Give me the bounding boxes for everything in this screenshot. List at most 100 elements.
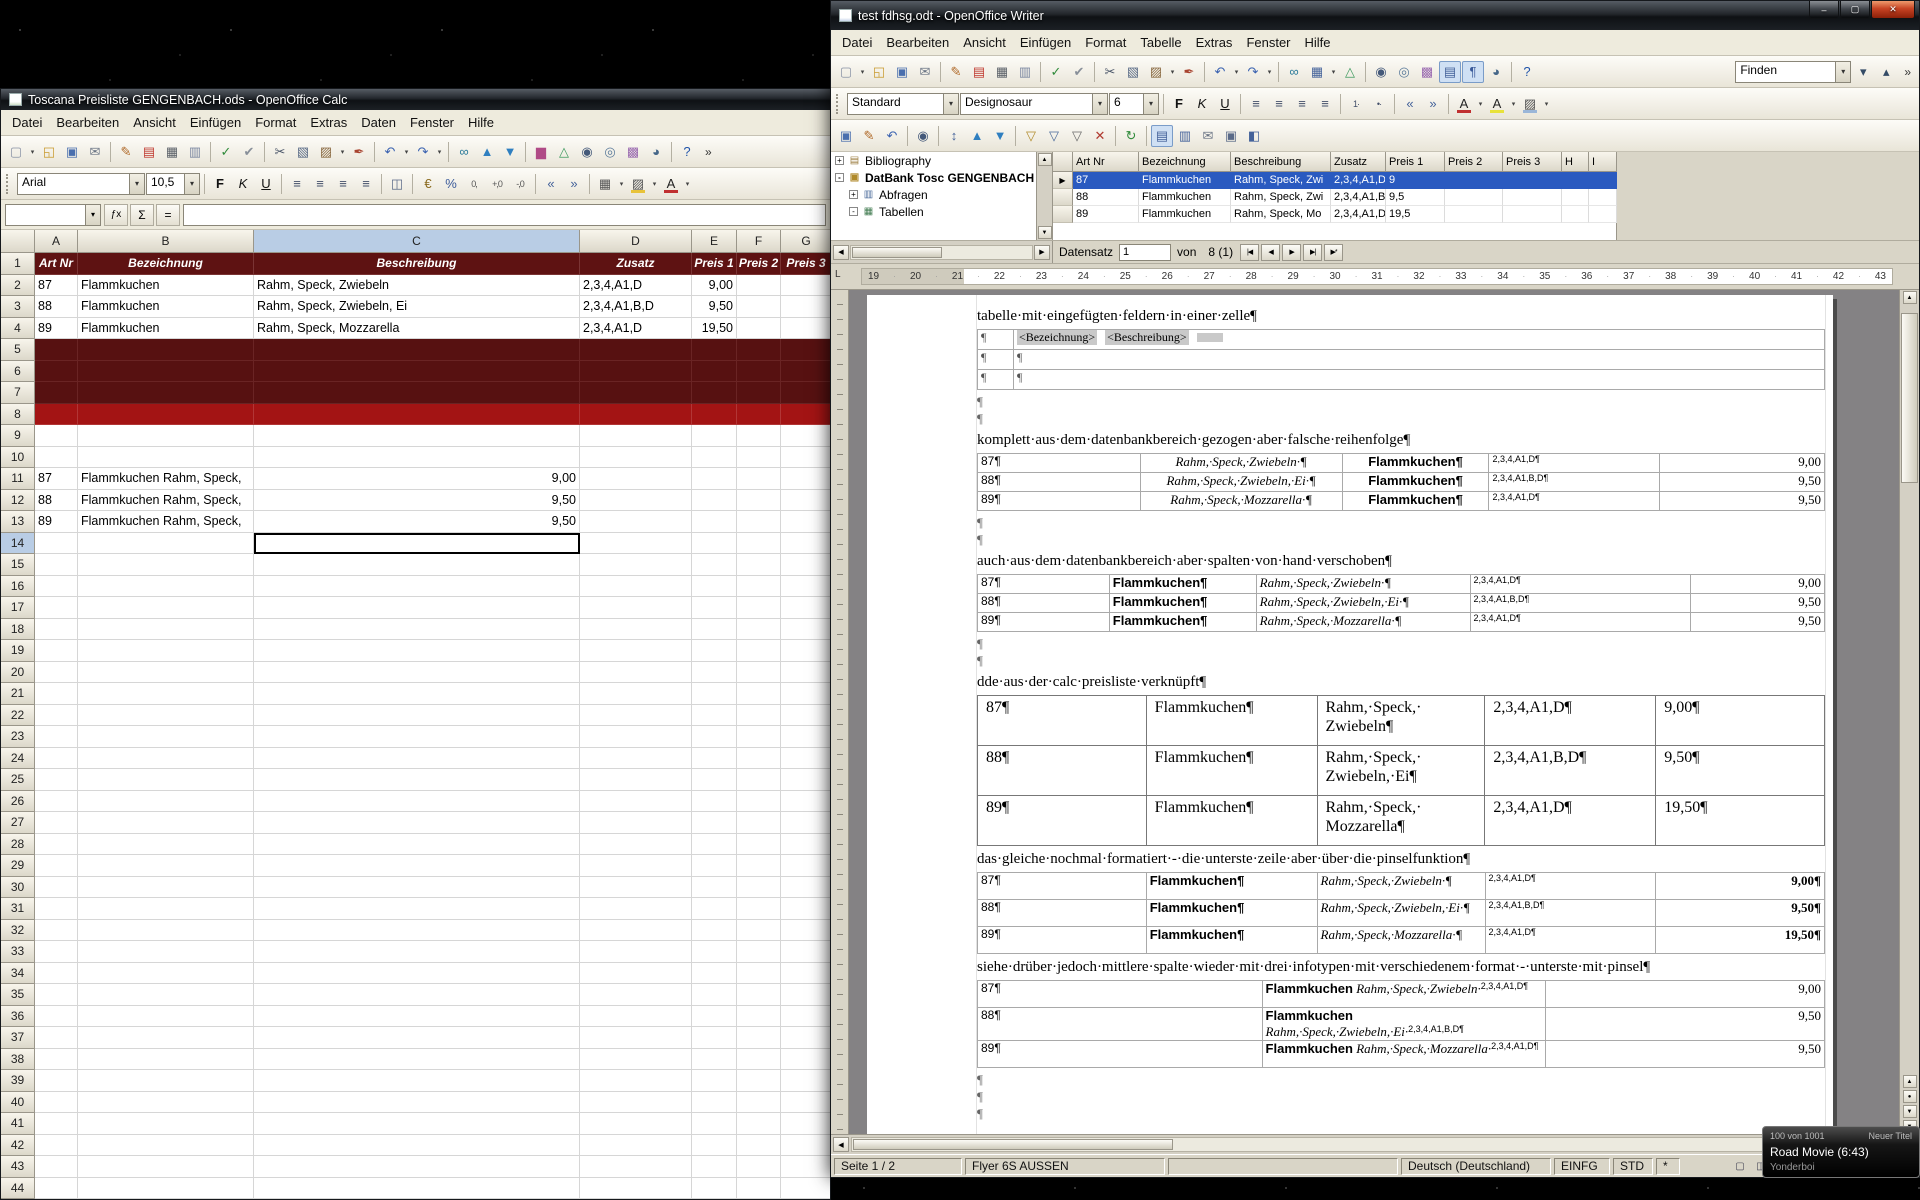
- bold-icon[interactable]: F: [1168, 93, 1190, 115]
- scrollbar-thumb[interactable]: [853, 1139, 1173, 1150]
- cell-g9[interactable]: [781, 425, 830, 447]
- cell-e40[interactable]: [692, 1092, 737, 1114]
- row-header-9[interactable]: 9: [1, 425, 35, 447]
- cell-b15[interactable]: [78, 554, 254, 576]
- chevron-down-icon[interactable]: ▾: [1476, 93, 1485, 115]
- cell-f11[interactable]: [737, 468, 781, 490]
- export-pdf-icon[interactable]: ▤: [968, 61, 990, 83]
- show-draw-functions-icon[interactable]: △: [553, 141, 575, 163]
- cell-d29[interactable]: [580, 855, 692, 877]
- chevron-down-icon[interactable]: ▾: [617, 173, 626, 195]
- bullets-icon[interactable]: •·: [1368, 93, 1390, 115]
- cell-e12[interactable]: [692, 490, 737, 512]
- menu-writer-format[interactable]: Format: [1078, 33, 1133, 52]
- page-preview-icon[interactable]: ▥: [1014, 61, 1036, 83]
- copy-icon[interactable]: ▧: [1122, 61, 1144, 83]
- data-grid-cell[interactable]: [1503, 189, 1562, 206]
- cell-c2[interactable]: Rahm, Speck, Zwiebeln: [254, 275, 580, 297]
- row-header-29[interactable]: 29: [1, 855, 35, 877]
- row-header-33[interactable]: 33: [1, 941, 35, 963]
- cell-b30[interactable]: [78, 877, 254, 899]
- cell-c39[interactable]: [254, 1070, 580, 1092]
- navigator-icon[interactable]: ◎: [1393, 61, 1415, 83]
- cell-f30[interactable]: [737, 877, 781, 899]
- cell-f36[interactable]: [737, 1006, 781, 1028]
- cell-b22[interactable]: [78, 705, 254, 727]
- row-header-8[interactable]: 8: [1, 404, 35, 426]
- cell-a16[interactable]: [35, 576, 78, 598]
- music-notification-popup[interactable]: 100 von 1001 Neuer Titel Road Movie (6:4…: [1762, 1126, 1920, 1178]
- cell-a43[interactable]: [35, 1156, 78, 1178]
- data-grid-cell[interactable]: Rahm, Speck, Zwi: [1231, 189, 1331, 206]
- italic-icon[interactable]: K: [1191, 93, 1213, 115]
- cell-g18[interactable]: [781, 619, 830, 641]
- current-document-data-source-icon[interactable]: ▣: [1220, 125, 1242, 147]
- cell-b16[interactable]: [78, 576, 254, 598]
- new-record-icon[interactable]: ▶*: [1324, 244, 1343, 261]
- row-header-5[interactable]: 5: [1, 339, 35, 361]
- cell-f20[interactable]: [737, 662, 781, 684]
- row-header-26[interactable]: 26: [1, 791, 35, 813]
- row-header-19[interactable]: 19: [1, 640, 35, 662]
- cell-f16[interactable]: [737, 576, 781, 598]
- column-header-a[interactable]: A: [35, 230, 78, 253]
- cell-d8[interactable]: [580, 404, 692, 426]
- chevron-down-icon[interactable]: ▾: [683, 173, 692, 195]
- find-record-icon[interactable]: ◉: [912, 125, 934, 147]
- cell-g6[interactable]: [781, 361, 830, 383]
- cell-f23[interactable]: [737, 726, 781, 748]
- row-header-17[interactable]: 17: [1, 597, 35, 619]
- cell-b12[interactable]: Flammkuchen Rahm, Speck,: [78, 490, 254, 512]
- cell-d39[interactable]: [580, 1070, 692, 1092]
- cell-b2[interactable]: Flammkuchen: [78, 275, 254, 297]
- row-header-35[interactable]: 35: [1, 984, 35, 1006]
- cell-g27[interactable]: [781, 812, 830, 834]
- cell-e29[interactable]: [692, 855, 737, 877]
- cell-e30[interactable]: [692, 877, 737, 899]
- row-header-21[interactable]: 21: [1, 683, 35, 705]
- cell-e4[interactable]: 19,50: [692, 318, 737, 340]
- row-header-22[interactable]: 22: [1, 705, 35, 727]
- cell-g21[interactable]: [781, 683, 830, 705]
- cell-g36[interactable]: [781, 1006, 830, 1028]
- row-header-3[interactable]: 3: [1, 296, 35, 318]
- find-text-combo[interactable]: Finden▾: [1735, 61, 1851, 83]
- cell-c42[interactable]: [254, 1135, 580, 1157]
- paste-icon[interactable]: ▨: [315, 141, 337, 163]
- cell-a25[interactable]: [35, 769, 78, 791]
- cell-c21[interactable]: [254, 683, 580, 705]
- cell-a5[interactable]: [35, 339, 78, 361]
- cell-a20[interactable]: [35, 662, 78, 684]
- cell-a26[interactable]: [35, 791, 78, 813]
- chevron-down-icon[interactable]: ▾: [1168, 61, 1177, 83]
- scroll-down-icon[interactable]: ▼: [1038, 226, 1052, 239]
- cell-b43[interactable]: [78, 1156, 254, 1178]
- data-grid-cell[interactable]: 88: [1073, 189, 1139, 206]
- cell-e13[interactable]: [692, 511, 737, 533]
- cell-g8[interactable]: [781, 404, 830, 426]
- row-header-23[interactable]: 23: [1, 726, 35, 748]
- cell-c5[interactable]: [254, 339, 580, 361]
- gallery-icon[interactable]: ▩: [622, 141, 644, 163]
- tree-horizontal-scrollbar[interactable]: ◀ ▶: [831, 241, 1053, 263]
- formatting-marks-icon[interactable]: ¶: [1462, 61, 1484, 83]
- cell-e26[interactable]: [692, 791, 737, 813]
- cell-a2[interactable]: 87: [35, 275, 78, 297]
- cell-a13[interactable]: 89: [35, 511, 78, 533]
- cell-d3[interactable]: 2,3,4,A1,B,D: [580, 296, 692, 318]
- cell-d24[interactable]: [580, 748, 692, 770]
- cell-g39[interactable]: [781, 1070, 830, 1092]
- cell-g38[interactable]: [781, 1049, 830, 1071]
- cell-c33[interactable]: [254, 941, 580, 963]
- grid-column-header-art-nr[interactable]: Art Nr: [1073, 152, 1139, 172]
- sort-descending-icon[interactable]: ▼: [989, 125, 1011, 147]
- data-grid-cell[interactable]: [1503, 172, 1562, 189]
- menu-calc-hilfe[interactable]: Hilfe: [461, 113, 501, 132]
- cell-g20[interactable]: [781, 662, 830, 684]
- cell-g33[interactable]: [781, 941, 830, 963]
- cell-f21[interactable]: [737, 683, 781, 705]
- row-header-32[interactable]: 32: [1, 920, 35, 942]
- maximize-button[interactable]: ▢: [1840, 1, 1870, 19]
- toolbar-grip[interactable]: [836, 94, 842, 114]
- cell-c12[interactable]: 9,50: [254, 490, 580, 512]
